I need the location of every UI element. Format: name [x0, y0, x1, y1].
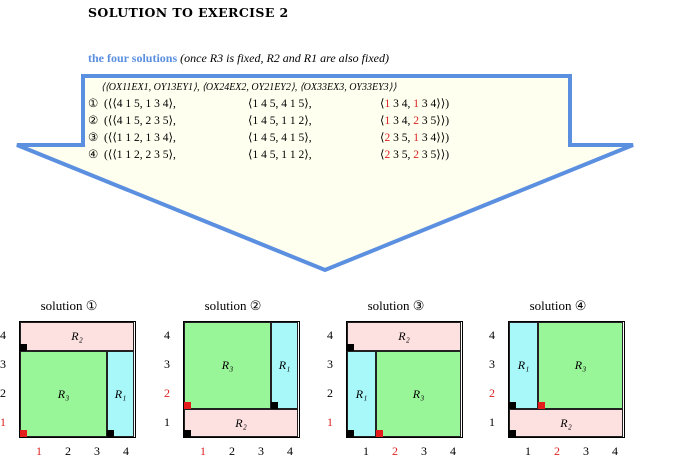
x-tick: 4 [450, 444, 456, 458]
solution-panel-1: solution ① 4 3 2 1 R₂ R₃ R₁ 1 2 3 4 [0, 298, 139, 463]
arrow-shape [16, 74, 634, 273]
y-tick-highlight: 2 [489, 386, 495, 400]
origin-marker-red [376, 430, 383, 437]
placement-grid: R₃ R₁ R₂ [183, 321, 300, 438]
x-tick: 4 [287, 444, 293, 458]
row-r1: (⟨⟨4 1 5, 2 3 5⟩, [104, 115, 176, 127]
solution-panel-3: solution ③ 4 3 2 1 R₂ R₁ R₃ 1 2 3 4 [326, 298, 466, 463]
x-tick-highlight: 1 [200, 444, 206, 458]
row-r3-end: 3 4⟩⟩) [419, 132, 450, 144]
x-tick: 1 [525, 444, 531, 458]
y-tick: 4 [489, 328, 495, 342]
row-r1: (⟨⟨4 1 5, 1 3 4⟩, [104, 98, 176, 110]
row-r2: ⟨1 4 5, 4 1 5⟩, [248, 132, 312, 144]
x-tick: 2 [65, 444, 71, 458]
rect-r1: R₁ [271, 322, 298, 409]
solution-title: solution ② [204, 298, 262, 313]
rect-r1: R₁ [509, 322, 538, 409]
origin-marker-red [538, 402, 545, 409]
rect-r2: R₂ [347, 322, 461, 351]
x-tick: 3 [583, 444, 589, 458]
y-tick: 3 [164, 357, 170, 371]
x-tick: 4 [123, 444, 129, 458]
x-tick: 4 [612, 444, 618, 458]
row-r3-end: 3 5⟩⟩) [419, 115, 450, 127]
y-tick: 1 [489, 415, 495, 429]
rect-r1: R₁ [107, 351, 134, 437]
placement-grid: R₂ R₃ R₁ [19, 321, 136, 438]
row-r3-mid: 3 5, [390, 149, 414, 161]
x-tick: 2 [229, 444, 235, 458]
origin-marker-red [184, 402, 191, 409]
row-r2: ⟨1 4 5, 4 1 5⟩, [248, 98, 312, 110]
y-tick: 2 [0, 386, 6, 400]
row-number: ② [88, 115, 99, 127]
solution-title: solution ① [40, 298, 98, 313]
rect-r3: R₃ [376, 351, 461, 437]
y-tick: 3 [327, 357, 333, 371]
x-tick: 1 [363, 444, 369, 458]
y-tick: 3 [489, 357, 495, 371]
x-tick-highlight: 2 [392, 444, 398, 458]
rect-r3: R₃ [20, 351, 107, 437]
origin-marker [509, 402, 516, 409]
x-tick: 3 [421, 444, 427, 458]
row-r2: ⟨1 4 5, 1 1 2⟩, [248, 115, 312, 127]
origin-marker [271, 402, 278, 409]
rect-r1: R₁ [347, 351, 376, 437]
solution-panel-4: solution ④ 4 3 2 1 R₁ R₃ R₂ 1 2 3 4 [488, 298, 628, 463]
y-tick: 4 [164, 328, 170, 342]
origin-marker-red [20, 430, 27, 437]
tuple-header: ⟨⟨OX11EX1, OY13EY1⟩, ⟨OX24EX2, OY21EY2⟩,… [101, 82, 397, 93]
row-r3-mid: 3 5, [390, 132, 414, 144]
row-number: ① [88, 98, 99, 110]
rect-r2: R₂ [509, 409, 623, 437]
placement-grid: R₂ R₁ R₃ [346, 321, 463, 438]
rect-r2: R₂ [20, 322, 134, 351]
x-tick: 3 [94, 444, 100, 458]
row-r3-mid: 3 4, [390, 115, 414, 127]
y-tick: 1 [164, 415, 170, 429]
y-tick: 4 [0, 328, 6, 342]
solution-title: solution ④ [529, 298, 587, 313]
origin-marker [20, 344, 27, 351]
rect-r3: R₃ [538, 322, 623, 409]
row-number: ④ [88, 149, 99, 161]
row-r3-end: 3 4⟩⟩) [419, 98, 450, 110]
y-tick: 4 [327, 328, 333, 342]
row-r1: (⟨⟨1 1 2, 1 3 4⟩, [104, 132, 176, 144]
origin-marker [347, 344, 354, 351]
y-tick-highlight: 1 [0, 415, 6, 429]
row-r1: (⟨⟨1 1 2, 2 3 5⟩, [104, 149, 176, 161]
origin-marker [509, 430, 516, 437]
placement-grid: R₁ R₃ R₂ [508, 321, 625, 438]
rect-r3: R₃ [184, 322, 271, 409]
rect-r2: R₂ [184, 409, 298, 437]
origin-marker [107, 430, 114, 437]
row-r3: ⟨1 3 4, 2 3 5⟩⟩) [380, 115, 450, 127]
row-r2: ⟨1 4 5, 1 1 2⟩, [248, 149, 312, 161]
row-r3: ⟨2 3 5, 1 3 4⟩⟩) [380, 132, 450, 144]
x-tick: 3 [258, 444, 264, 458]
row-r3-mid: 3 4, [390, 98, 414, 110]
x-tick-highlight: 2 [554, 444, 560, 458]
y-tick-highlight: 2 [164, 386, 170, 400]
origin-marker [184, 430, 191, 437]
solution-title: solution ③ [367, 298, 425, 313]
y-tick: 2 [327, 386, 333, 400]
row-r3-end: 3 5⟩⟩) [419, 149, 450, 161]
row-r3: ⟨2 3 5, 2 3 5⟩⟩) [380, 149, 450, 161]
x-tick-highlight: 1 [36, 444, 42, 458]
y-tick: 3 [0, 357, 6, 371]
y-tick-highlight: 1 [327, 415, 333, 429]
origin-marker [347, 430, 354, 437]
row-number: ③ [88, 132, 99, 144]
solution-panel-2: solution ② 4 3 2 1 R₃ R₁ R₂ 1 2 3 4 [163, 298, 303, 463]
row-r3: ⟨1 3 4, 1 3 4⟩⟩) [380, 98, 450, 110]
